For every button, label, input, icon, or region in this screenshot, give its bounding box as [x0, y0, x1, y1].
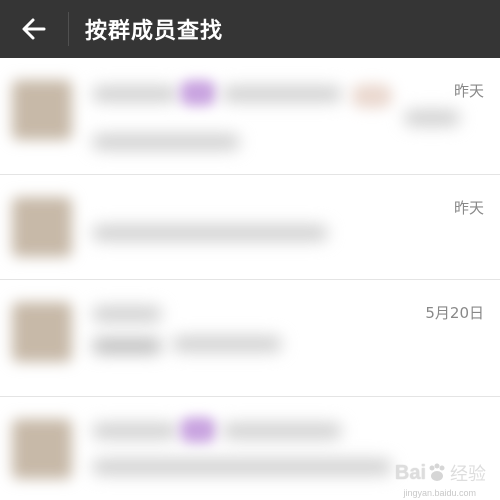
header-divider — [68, 12, 69, 46]
avatar — [12, 302, 72, 362]
blurred-name — [92, 86, 178, 102]
avatar — [12, 80, 72, 140]
blurred-name — [92, 423, 178, 439]
blurred-message — [92, 134, 240, 150]
blurred-emoji — [352, 84, 392, 108]
message-time: 昨天 — [453, 199, 484, 217]
blurred-emoji — [180, 80, 216, 106]
blurred-emoji — [180, 417, 216, 443]
list-item[interactable]: 昨天 — [0, 58, 500, 175]
page-title: 按群成员查找 — [85, 19, 224, 44]
blurred-message — [92, 225, 328, 241]
blurred-name — [222, 86, 342, 102]
blurred-message — [92, 338, 162, 354]
baidu-jingyan-watermark: Bai 经验 — [395, 460, 486, 486]
list-item[interactable]: 昨天 — [0, 175, 500, 280]
blurred-text — [404, 110, 460, 126]
blurred-name — [222, 423, 342, 439]
message-time: 昨天 — [453, 82, 484, 100]
avatar — [12, 419, 72, 479]
watermark-sub: 经验 — [450, 464, 486, 485]
chat-record-list: 昨天 昨天 5月20日 — [0, 58, 500, 500]
message-time: 5月20日 — [425, 304, 484, 322]
paw-icon — [429, 463, 445, 481]
back-button[interactable] — [0, 0, 68, 58]
arrow-left-icon — [22, 18, 46, 40]
screen: 按群成员查找 昨天 昨天 5月20日 Bai 经验 jingyan.baidu.… — [0, 0, 500, 500]
blurred-message — [172, 336, 282, 352]
list-item[interactable]: 5月20日 — [0, 280, 500, 397]
blurred-message — [92, 459, 392, 475]
blurred-name — [92, 306, 162, 322]
watermark-brand: Bai — [394, 461, 426, 484]
avatar — [12, 197, 72, 257]
watermark-url: jingyan.baidu.com — [403, 488, 476, 498]
top-bar: 按群成员查找 — [0, 0, 500, 58]
